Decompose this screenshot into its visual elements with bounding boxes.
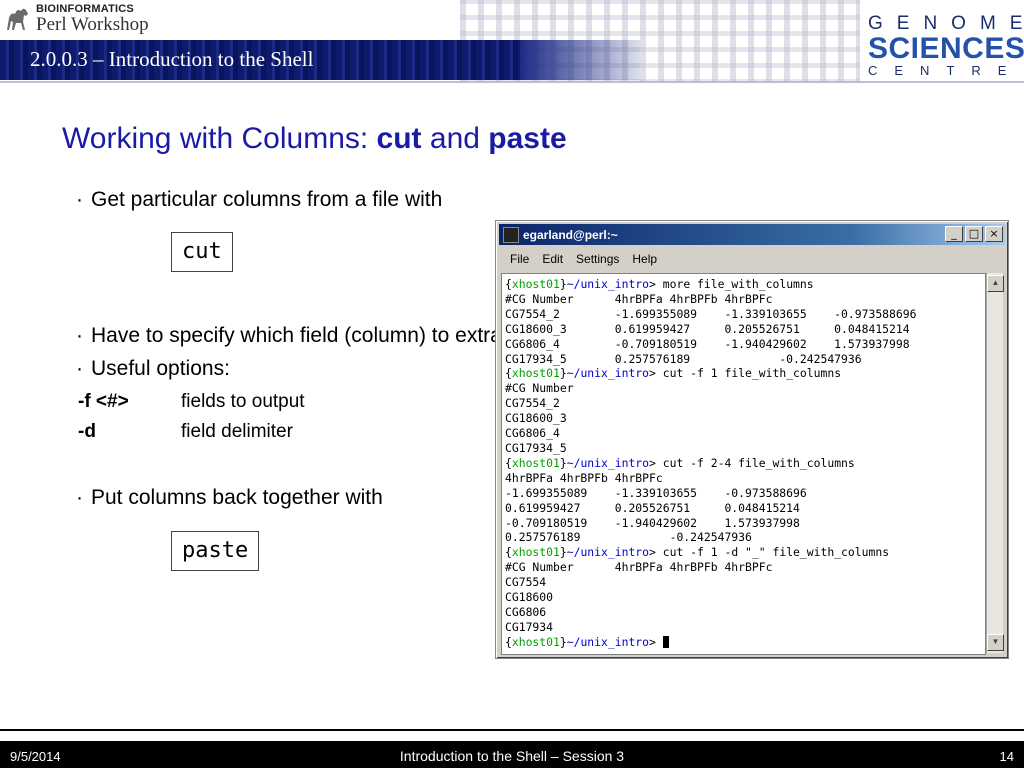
logo-bottom-text: Perl Workshop (36, 14, 149, 35)
workshop-logo: BIOINFORMATICS Perl Workshop (4, 2, 149, 36)
bullet-text: Get particular columns from a file with (91, 188, 443, 211)
title-cmd-paste: paste (488, 122, 567, 155)
terminal-command: cut -f 1 file_with_columns (662, 366, 842, 381)
bullet-dot: · (76, 188, 83, 211)
terminal-command: cut -f 2-4 file_with_columns (662, 455, 855, 470)
prompt-host: xhost01 (511, 545, 560, 560)
prompt-path: ~/unix_intro (566, 455, 650, 470)
terminal-output-line: #CG Number 4hrBPFa 4hrBPFb 4hrBPFc (505, 560, 773, 575)
bullet-dot: · (76, 357, 83, 380)
menu-edit[interactable]: Edit (542, 252, 563, 266)
terminal-prompt-line: {xhost01}~/unix_intro> more file_with_co… (505, 277, 814, 291)
terminal-output-line: CG18600_3 (505, 411, 567, 426)
prompt-path: ~/unix_intro (566, 634, 650, 649)
terminal-scrollbar[interactable]: ▲ ▼ (986, 273, 1004, 653)
option-key-d: -d (78, 421, 96, 442)
terminal-output-line: CG17934 (505, 619, 554, 634)
maximize-icon[interactable]: □ (965, 226, 983, 242)
footer-title: Introduction to the Shell – Session 3 (399, 748, 625, 764)
option-key-f: -f <#> (78, 391, 129, 412)
terminal-menubar: File Edit Settings Help (499, 247, 1005, 271)
footer-bar: 9/5/2014 Introduction to the Shell – Ses… (0, 741, 1024, 768)
terminal-output-line: 0.257576189 -0.242547936 (505, 530, 752, 545)
org-line-2: SCIENCES (868, 32, 1024, 65)
slide-title: Working with Columns: cut and paste (62, 122, 567, 156)
title-mid: and (421, 122, 489, 155)
menu-help[interactable]: Help (632, 252, 657, 266)
terminal-prompt-line: {xhost01}~/unix_intro> cut -f 1 file_wit… (505, 366, 842, 381)
bullet-text: Have to specify which field (column) to … (91, 324, 519, 347)
org-logo: GENOME SCIENCES CENTRE (868, 13, 1024, 78)
window-controls: _ □ × (945, 226, 1003, 242)
terminal-output-line: -1.699355089 -1.339103655 -0.973588696 (505, 485, 807, 500)
terminal-prompt-line: {xhost01}~/unix_intro> cut -f 1 -d "_" f… (505, 545, 890, 560)
prompt-host: xhost01 (511, 455, 560, 470)
option-desc-d: field delimiter (181, 421, 293, 442)
option-desc-f: fields to output (181, 391, 305, 412)
terminal-output-line: CG6806 (505, 604, 547, 619)
bullet-text: Useful options: (91, 357, 230, 380)
terminal-output-line: CG17934_5 0.257576189 -0.242547936 (505, 351, 862, 366)
terminal-output-line: CG18600 (505, 590, 554, 605)
terminal-prompt-line: {xhost01}~/unix_intro> (505, 635, 669, 649)
terminal-output-line: #CG Number (505, 381, 574, 396)
terminal-output-line: CG6806_4 (505, 426, 560, 441)
terminal-output-line: #CG Number 4hrBPFa 4hrBPFb 4hrBPFc (505, 291, 773, 306)
bullet-useful-options: · Useful options: (76, 357, 230, 381)
terminal-output-line: CG6806_4 -0.709180519 -1.940429602 1.573… (505, 336, 910, 351)
prompt-path: ~/unix_intro (566, 277, 650, 291)
code-cut: cut (171, 232, 233, 272)
terminal-command: more file_with_columns (662, 277, 814, 291)
bullet-dot: · (76, 486, 83, 509)
prompt-host: xhost01 (511, 277, 560, 291)
terminal-output-line: CG7554_2 (505, 396, 560, 411)
terminal-titlebar[interactable]: egarland@perl:~ _ □ × (499, 224, 1005, 245)
title-cmd-cut: cut (376, 122, 422, 155)
close-icon[interactable]: × (985, 226, 1003, 242)
terminal-output-line: CG18600_3 0.619959427 0.205526751 0.0484… (505, 321, 910, 336)
terminal-output-line: CG17934_5 (505, 440, 567, 455)
menu-settings[interactable]: Settings (576, 252, 619, 266)
terminal-output-line: 0.619959427 0.205526751 0.048415214 (505, 500, 800, 515)
code-paste: paste (171, 531, 260, 571)
terminal-app-icon (503, 226, 519, 243)
terminal-command: cut -f 1 -d "_" file_with_columns (662, 545, 890, 560)
terminal-output: {xhost01}~/unix_intro> more file_with_co… (502, 274, 985, 650)
terminal-cursor (662, 635, 669, 648)
terminal-output-line: 4hrBPFa 4hrBPFb 4hrBPFc (505, 470, 663, 485)
header-band-fade (520, 40, 640, 80)
prompt-path: ~/unix_intro (566, 545, 650, 560)
camel-logo-icon (7, 8, 28, 30)
bullet-get-columns: · Get particular columns from a file with (76, 188, 442, 212)
bullet-text: Put columns back together with (91, 486, 383, 509)
page-number: 14 (999, 749, 1014, 764)
section-title: 2.0.0.3 – Introduction to the Shell (30, 47, 314, 71)
scroll-up-icon[interactable]: ▲ (987, 275, 1004, 292)
prompt-host: xhost01 (511, 366, 560, 381)
terminal-prompt-line: {xhost01}~/unix_intro> cut -f 2-4 file_w… (505, 455, 855, 470)
terminal-window: egarland@perl:~ _ □ × File Edit Settings… (495, 220, 1009, 659)
header-banner: BIOINFORMATICS Perl Workshop 2.0.0.3 – I… (0, 0, 1024, 82)
minimize-icon[interactable]: _ (945, 226, 963, 242)
terminal-title: egarland@perl:~ (523, 227, 618, 242)
terminal-output-line: -0.709180519 -1.940429602 1.573937998 (505, 515, 800, 530)
menu-file[interactable]: File (510, 252, 529, 266)
prompt-path: ~/unix_intro (566, 366, 650, 381)
header-divider (0, 81, 1024, 83)
terminal-screen[interactable]: {xhost01}~/unix_intro> more file_with_co… (501, 273, 986, 655)
scroll-down-icon[interactable]: ▼ (987, 634, 1004, 651)
bullet-put-columns: · Put columns back together with (76, 486, 383, 510)
bullet-dot: · (76, 324, 83, 347)
prompt-host: xhost01 (511, 634, 560, 649)
terminal-output-line: CG7554 (505, 575, 547, 590)
title-prefix: Working with Columns: (62, 122, 377, 155)
terminal-output-line: CG7554_2 -1.699355089 -1.339103655 -0.97… (505, 306, 917, 321)
bullet-specify-field: · Have to specify which field (column) to… (76, 324, 518, 348)
org-line-1: GENOME (868, 13, 1024, 34)
footer-divider (0, 729, 1024, 731)
org-line-3: CENTRE (868, 63, 1024, 78)
